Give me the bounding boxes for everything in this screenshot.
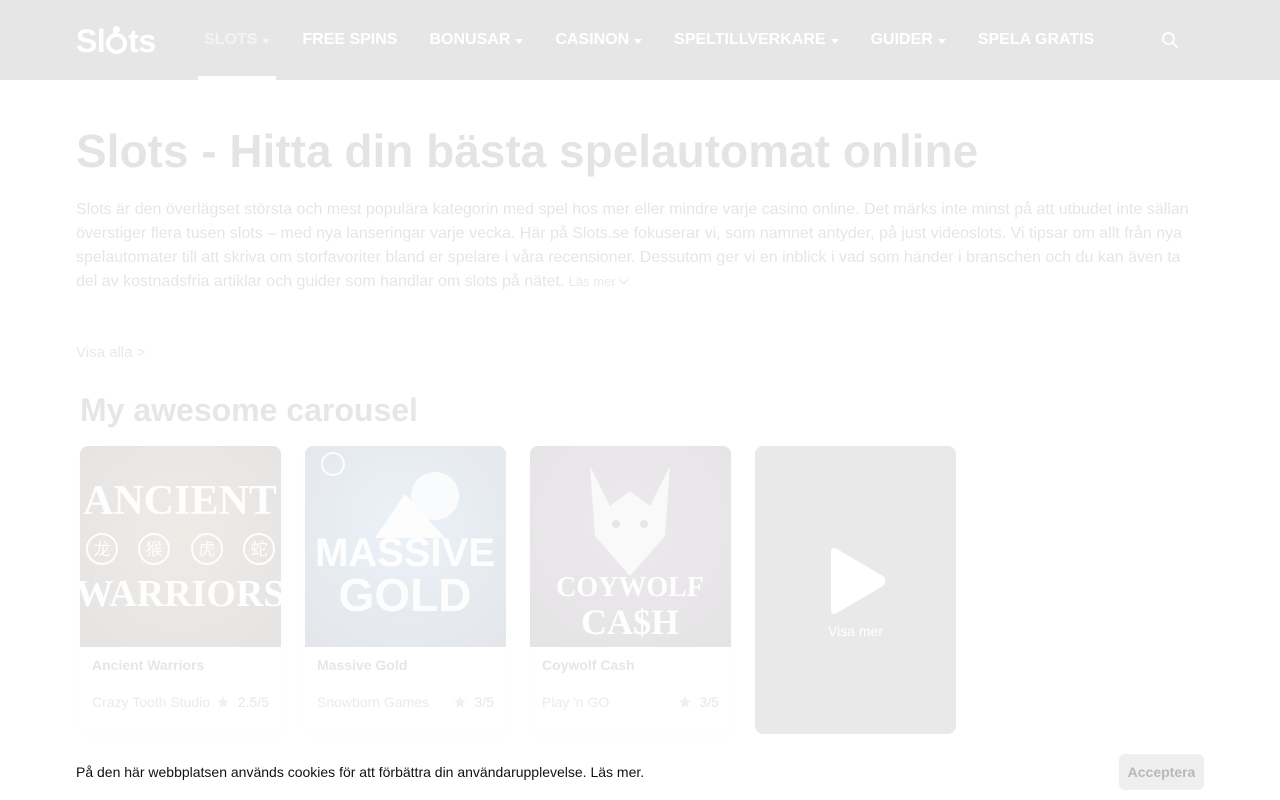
- show-more-label: Visa mer: [828, 623, 883, 639]
- art-title-bottom: GOLD: [339, 569, 472, 621]
- game-rating: 3/5: [453, 694, 494, 710]
- cookie-message: På den här webbplatsen används cookies f…: [76, 764, 587, 780]
- cookie-read-more-link[interactable]: Läs mer.: [590, 764, 644, 780]
- game-card-ancient-warriors[interactable]: ANCIENT 龙 猴 虎 蛇 WARRIORS Ancient Warrior…: [80, 446, 281, 734]
- art-glyph: 蛇: [251, 540, 268, 560]
- game-thumbnail: COYWOLF CA$H: [530, 446, 731, 647]
- search-icon[interactable]: [1160, 30, 1180, 50]
- nav-label: SPELTILLVERKARE: [674, 31, 826, 48]
- intro-text: Slots är den överlägset största och mest…: [76, 198, 1204, 294]
- rating-value: 3/5: [474, 694, 494, 710]
- nav-label: SPELA GRATIS: [977, 31, 1095, 48]
- caret-down-icon: [634, 38, 643, 44]
- rating-value: 3/5: [699, 694, 719, 710]
- nav-item-slots[interactable]: SLOTS: [188, 0, 286, 80]
- star-icon: [217, 696, 229, 708]
- nav-item-spela-gratis[interactable]: SPELA GRATIS: [962, 0, 1110, 80]
- nav-item-guider[interactable]: GUIDER: [855, 0, 962, 80]
- game-provider: Snowborn Games: [317, 694, 430, 710]
- cookie-text: På den här webbplatsen används cookies f…: [76, 764, 644, 780]
- logo-text-start: Sl: [76, 22, 106, 59]
- art-glyph: 龙: [94, 540, 111, 560]
- site-header: Sl ts SLOTS FREE SPINS BONUSAR CASINON SP…: [0, 0, 1280, 80]
- star-icon: [453, 696, 466, 708]
- read-more-link[interactable]: Läs mer: [568, 274, 629, 289]
- page: Sl ts SLOTS FREE SPINS BONUSAR CASINON SP…: [0, 0, 1280, 800]
- game-provider: Crazy Tooth Studio: [92, 694, 211, 710]
- game-name: Ancient Warriors: [92, 657, 205, 673]
- nav-label: GUIDER: [870, 31, 933, 48]
- nav-item-casinon[interactable]: CASINON: [539, 0, 658, 80]
- art-glyph: 虎: [199, 540, 216, 560]
- caret-down-icon: [262, 38, 271, 44]
- art-title-top: COYWOLF: [556, 572, 704, 603]
- site-logo[interactable]: Sl ts: [76, 22, 156, 59]
- star-icon: [678, 696, 691, 708]
- game-rating: 3/5: [678, 694, 719, 710]
- chevron-down-icon: [618, 274, 629, 285]
- accept-cookies-button[interactable]: Acceptera: [1119, 754, 1204, 790]
- main-nav: SLOTS FREE SPINS BONUSAR CASINON SPELTIL…: [188, 0, 1110, 80]
- play-icon: [831, 548, 886, 614]
- art-title-bottom: CA$H: [581, 602, 679, 642]
- nav-label: BONUSAR: [429, 31, 511, 48]
- page-title: Slots - Hitta din bästa spelautomat onli…: [76, 125, 979, 177]
- nav-item-speltillverkare[interactable]: SPELTILLVERKARE: [658, 0, 854, 80]
- carousel-title: My awesome carousel: [80, 392, 418, 428]
- art-title-bottom: WARRIORS: [80, 573, 281, 615]
- intro-body: Slots är den överlägset största och mest…: [76, 201, 1189, 290]
- nav-item-bonusar[interactable]: BONUSAR: [413, 0, 539, 80]
- game-provider: Play 'n GO: [542, 694, 610, 710]
- nav-label: FREE SPINS: [302, 31, 398, 48]
- game-rating: 2.5/5: [216, 694, 269, 710]
- caret-down-icon: [937, 38, 946, 44]
- caret-down-icon: [830, 38, 839, 44]
- game-card-coywolf-cash[interactable]: COYWOLF CA$H Coywolf Cash Play 'n GO 3/5: [530, 446, 731, 734]
- view-all-link[interactable]: Visa alla >: [76, 344, 145, 361]
- game-name: Massive Gold: [317, 657, 408, 673]
- show-more-card[interactable]: Visa mer: [755, 446, 956, 734]
- read-more-label: Läs mer: [568, 274, 616, 289]
- nav-label: SLOTS: [204, 31, 258, 48]
- game-thumbnail: ANCIENT 龙 猴 虎 蛇 WARRIORS: [80, 446, 281, 647]
- logo-o-icon: [106, 25, 128, 54]
- caret-down-icon: [515, 38, 524, 44]
- cookie-banner: På den här webbplatsen används cookies f…: [0, 744, 1280, 800]
- art-glyph: 猴: [146, 540, 163, 560]
- nav-item-free-spins[interactable]: FREE SPINS: [286, 0, 413, 80]
- logo-text-end: ts: [128, 22, 156, 59]
- art-title-top: ANCIENT: [83, 478, 277, 524]
- rating-value: 2.5/5: [237, 694, 269, 710]
- nav-label: CASINON: [555, 31, 630, 48]
- game-thumbnail: MASSIVE GOLD: [305, 446, 506, 647]
- game-card-massive-gold[interactable]: MASSIVE GOLD Massive Gold Snowborn Games…: [305, 446, 506, 734]
- game-name: Coywolf Cash: [542, 657, 635, 673]
